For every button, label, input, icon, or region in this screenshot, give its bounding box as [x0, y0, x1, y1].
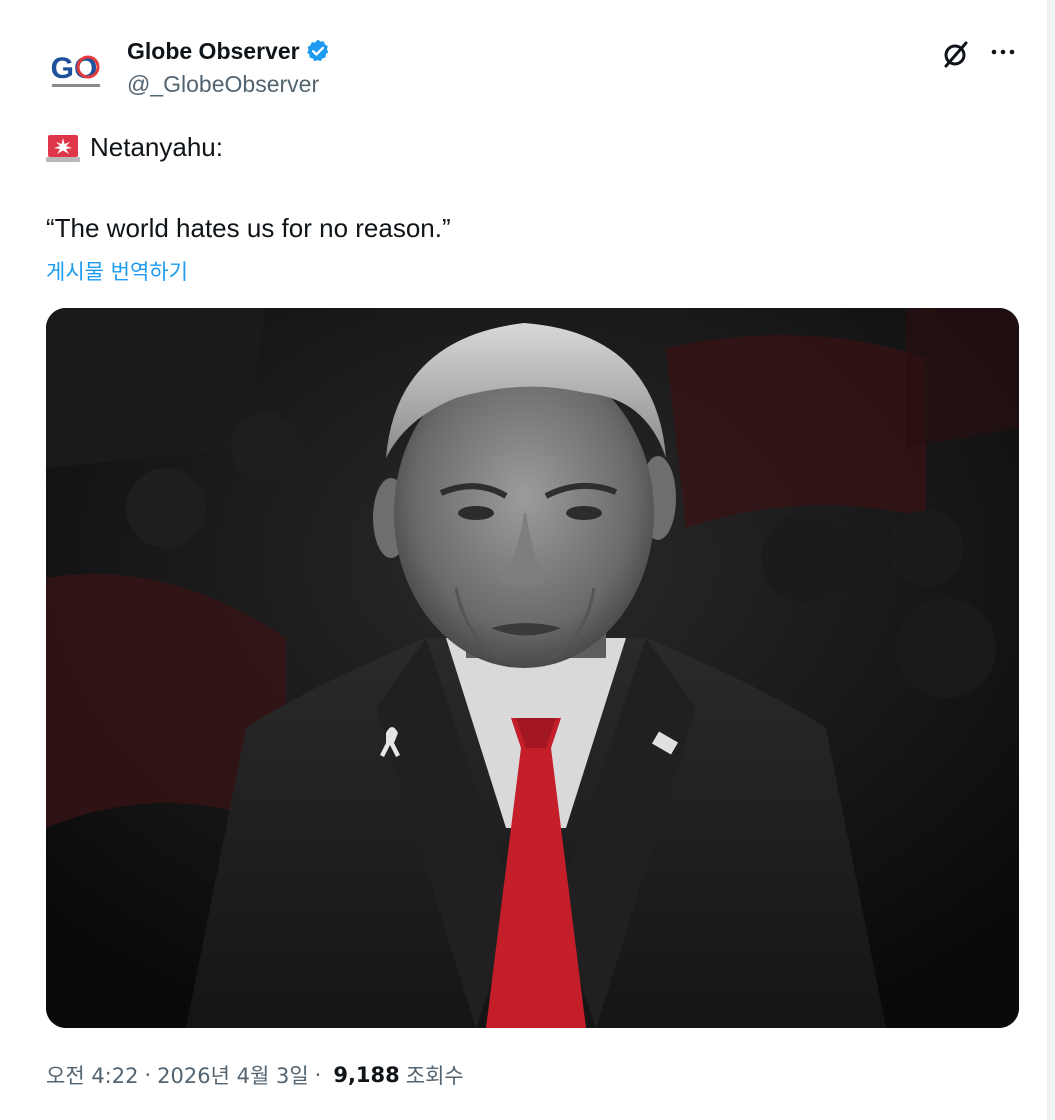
- views-label: 조회수: [405, 1064, 464, 1088]
- author-display-name[interactable]: Globe Observer: [127, 38, 300, 65]
- post-date[interactable]: 2026년 4월 3일: [157, 1060, 308, 1090]
- author-handle[interactable]: @_GlobeObserver: [127, 71, 319, 98]
- post-time[interactable]: 오전 4:22: [46, 1060, 138, 1090]
- post-image[interactable]: [46, 308, 1019, 1028]
- meta-separator: ·: [144, 1063, 152, 1087]
- post-text-netanyahu: Netanyahu:: [90, 132, 223, 162]
- scroll-gutter: [1047, 0, 1055, 1120]
- post-text-line-1: Netanyahu:: [46, 132, 223, 163]
- netanyahu-photo: [46, 308, 1019, 1028]
- views-count: 9,188: [333, 1063, 400, 1087]
- meta-separator: ·: [314, 1063, 322, 1087]
- post-meta: 오전 4:22 · 2026년 4월 3일 · 9,188 조회수: [46, 1060, 464, 1090]
- author-name-row[interactable]: Globe Observer: [127, 36, 331, 66]
- grok-icon[interactable]: [940, 38, 972, 70]
- verified-badge-icon: [305, 38, 331, 64]
- translate-post-link[interactable]: 게시물 번역하기: [46, 256, 188, 286]
- post-text-quote: “The world hates us for no reason.”: [46, 213, 451, 243]
- siren-icon: [46, 133, 80, 163]
- avatar[interactable]: GO: [44, 40, 108, 104]
- globe-observer-logo: GO: [44, 40, 108, 104]
- more-icon[interactable]: [988, 38, 1020, 70]
